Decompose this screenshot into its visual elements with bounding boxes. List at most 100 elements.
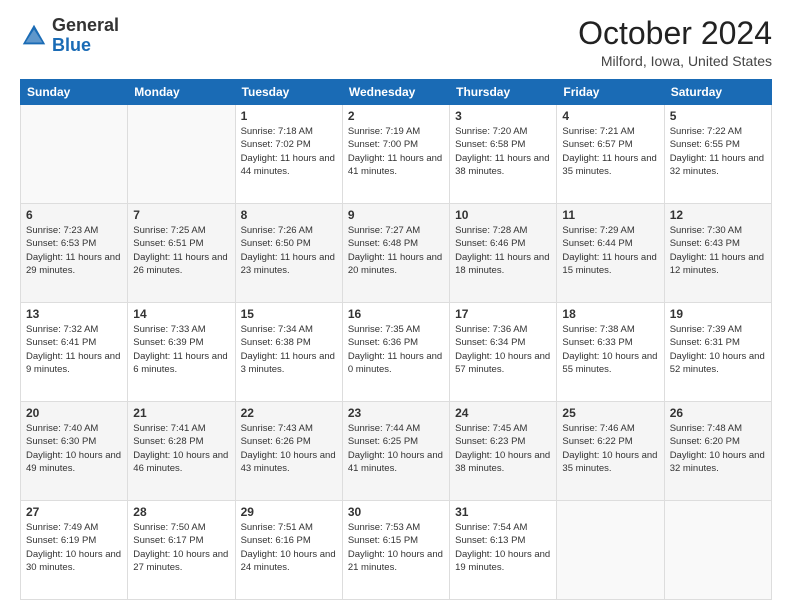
day-number: 29 <box>241 505 337 519</box>
day-info: Sunrise: 7:35 AM Sunset: 6:36 PM Dayligh… <box>348 323 444 376</box>
title-block: October 2024 Milford, Iowa, United State… <box>578 16 772 69</box>
day-info: Sunrise: 7:39 AM Sunset: 6:31 PM Dayligh… <box>670 323 766 376</box>
calendar-cell: 28 Sunrise: 7:50 AM Sunset: 6:17 PM Dayli… <box>128 501 235 600</box>
day-number: 18 <box>562 307 658 321</box>
day-number: 11 <box>562 208 658 222</box>
day-number: 7 <box>133 208 229 222</box>
logo-icon <box>20 22 48 50</box>
calendar-cell: 30Sunrise: 7:53 AM Sunset: 6:15 PM Dayli… <box>342 501 449 600</box>
day-info: Sunrise: 7:45 AM Sunset: 6:23 PM Dayligh… <box>455 422 551 475</box>
day-info: Sunrise: 7:32 AM Sunset: 6:41 PM Dayligh… <box>26 323 122 376</box>
day-info: Sunrise: 7:40 AM Sunset: 6:30 PM Dayligh… <box>26 422 122 475</box>
day-info: Sunrise: 7:27 AM Sunset: 6:48 PM Dayligh… <box>348 224 444 277</box>
calendar-cell: 29Sunrise: 7:51 AM Sunset: 6:16 PM Dayli… <box>235 501 342 600</box>
page: General Blue October 2024 Milford, Iowa,… <box>0 0 792 612</box>
day-number: 21 <box>133 406 229 420</box>
day-number: 9 <box>348 208 444 222</box>
day-number: 20 <box>26 406 122 420</box>
day-info: Sunrise: 7:29 AM Sunset: 6:44 PM Dayligh… <box>562 224 658 277</box>
day-number: 24 <box>455 406 551 420</box>
day-number: 14 <box>133 307 229 321</box>
calendar-cell <box>557 501 664 600</box>
calendar-cell <box>21 105 128 204</box>
calendar-cell: 23 Sunrise: 7:44 AM Sunset: 6:25 PM Dayli… <box>342 402 449 501</box>
calendar-cell: 21 Sunrise: 7:41 AM Sunset: 6:28 PM Dayli… <box>128 402 235 501</box>
day-number: 1 <box>241 109 337 123</box>
calendar-cell: 14Sunrise: 7:33 AM Sunset: 6:39 PM Dayli… <box>128 303 235 402</box>
calendar-cell: 17Sunrise: 7:36 AM Sunset: 6:34 PM Dayli… <box>450 303 557 402</box>
month-title: October 2024 <box>578 16 772 51</box>
calendar-cell: 3 Sunrise: 7:20 AM Sunset: 6:58 PM Daylig… <box>450 105 557 204</box>
calendar-cell: 8 Sunrise: 7:26 AM Sunset: 6:50 PM Daylig… <box>235 204 342 303</box>
calendar-cell: 31 Sunrise: 7:54 AM Sunset: 6:13 PM Dayli… <box>450 501 557 600</box>
weekday-header-wednesday: Wednesday <box>342 80 449 105</box>
day-number: 30 <box>348 505 444 519</box>
calendar-cell: 11 Sunrise: 7:29 AM Sunset: 6:44 PM Dayli… <box>557 204 664 303</box>
day-number: 6 <box>26 208 122 222</box>
calendar-cell: 26 Sunrise: 7:48 AM Sunset: 6:20 PM Dayli… <box>664 402 771 501</box>
day-info: Sunrise: 7:38 AM Sunset: 6:33 PM Dayligh… <box>562 323 658 376</box>
day-info: Sunrise: 7:25 AM Sunset: 6:51 PM Dayligh… <box>133 224 229 277</box>
day-number: 28 <box>133 505 229 519</box>
calendar-cell: 10Sunrise: 7:28 AM Sunset: 6:46 PM Dayli… <box>450 204 557 303</box>
day-info: Sunrise: 7:23 AM Sunset: 6:53 PM Dayligh… <box>26 224 122 277</box>
calendar-cell: 6 Sunrise: 7:23 AM Sunset: 6:53 PM Daylig… <box>21 204 128 303</box>
calendar-week-0: 1 Sunrise: 7:18 AM Sunset: 7:02 PM Daylig… <box>21 105 772 204</box>
day-number: 26 <box>670 406 766 420</box>
calendar-cell: 16 Sunrise: 7:35 AM Sunset: 6:36 PM Dayli… <box>342 303 449 402</box>
day-info: Sunrise: 7:36 AM Sunset: 6:34 PM Dayligh… <box>455 323 551 376</box>
day-number: 22 <box>241 406 337 420</box>
calendar-cell: 24 Sunrise: 7:45 AM Sunset: 6:23 PM Dayli… <box>450 402 557 501</box>
calendar-cell: 22 Sunrise: 7:43 AM Sunset: 6:26 PM Dayli… <box>235 402 342 501</box>
day-info: Sunrise: 7:44 AM Sunset: 6:25 PM Dayligh… <box>348 422 444 475</box>
day-info: Sunrise: 7:34 AM Sunset: 6:38 PM Dayligh… <box>241 323 337 376</box>
day-info: Sunrise: 7:48 AM Sunset: 6:20 PM Dayligh… <box>670 422 766 475</box>
calendar-cell: 25Sunrise: 7:46 AM Sunset: 6:22 PM Dayli… <box>557 402 664 501</box>
calendar-cell: 27 Sunrise: 7:49 AM Sunset: 6:19 PM Dayli… <box>21 501 128 600</box>
day-number: 5 <box>670 109 766 123</box>
day-number: 27 <box>26 505 122 519</box>
day-number: 15 <box>241 307 337 321</box>
calendar-cell: 4 Sunrise: 7:21 AM Sunset: 6:57 PM Daylig… <box>557 105 664 204</box>
calendar-cell: 13 Sunrise: 7:32 AM Sunset: 6:41 PM Dayli… <box>21 303 128 402</box>
day-info: Sunrise: 7:18 AM Sunset: 7:02 PM Dayligh… <box>241 125 337 178</box>
calendar-cell: 2 Sunrise: 7:19 AM Sunset: 7:00 PM Daylig… <box>342 105 449 204</box>
weekday-header-friday: Friday <box>557 80 664 105</box>
day-number: 13 <box>26 307 122 321</box>
day-info: Sunrise: 7:21 AM Sunset: 6:57 PM Dayligh… <box>562 125 658 178</box>
day-number: 8 <box>241 208 337 222</box>
calendar-cell <box>128 105 235 204</box>
day-number: 23 <box>348 406 444 420</box>
day-number: 2 <box>348 109 444 123</box>
day-info: Sunrise: 7:43 AM Sunset: 6:26 PM Dayligh… <box>241 422 337 475</box>
calendar-week-2: 13 Sunrise: 7:32 AM Sunset: 6:41 PM Dayli… <box>21 303 772 402</box>
logo-text: General Blue <box>52 16 119 56</box>
day-number: 10 <box>455 208 551 222</box>
day-number: 16 <box>348 307 444 321</box>
calendar-cell <box>664 501 771 600</box>
day-info: Sunrise: 7:19 AM Sunset: 7:00 PM Dayligh… <box>348 125 444 178</box>
day-number: 19 <box>670 307 766 321</box>
day-info: Sunrise: 7:49 AM Sunset: 6:19 PM Dayligh… <box>26 521 122 574</box>
calendar-cell: 18 Sunrise: 7:38 AM Sunset: 6:33 PM Dayli… <box>557 303 664 402</box>
calendar-week-3: 20 Sunrise: 7:40 AM Sunset: 6:30 PM Dayli… <box>21 402 772 501</box>
day-info: Sunrise: 7:26 AM Sunset: 6:50 PM Dayligh… <box>241 224 337 277</box>
day-info: Sunrise: 7:20 AM Sunset: 6:58 PM Dayligh… <box>455 125 551 178</box>
day-info: Sunrise: 7:41 AM Sunset: 6:28 PM Dayligh… <box>133 422 229 475</box>
day-info: Sunrise: 7:54 AM Sunset: 6:13 PM Dayligh… <box>455 521 551 574</box>
weekday-header-saturday: Saturday <box>664 80 771 105</box>
day-info: Sunrise: 7:30 AM Sunset: 6:43 PM Dayligh… <box>670 224 766 277</box>
calendar-cell: 7 Sunrise: 7:25 AM Sunset: 6:51 PM Daylig… <box>128 204 235 303</box>
calendar-cell: 12 Sunrise: 7:30 AM Sunset: 6:43 PM Dayli… <box>664 204 771 303</box>
day-number: 31 <box>455 505 551 519</box>
day-info: Sunrise: 7:50 AM Sunset: 6:17 PM Dayligh… <box>133 521 229 574</box>
day-number: 12 <box>670 208 766 222</box>
weekday-header-monday: Monday <box>128 80 235 105</box>
day-number: 25 <box>562 406 658 420</box>
location: Milford, Iowa, United States <box>578 53 772 69</box>
day-number: 4 <box>562 109 658 123</box>
calendar-cell: 5 Sunrise: 7:22 AM Sunset: 6:55 PM Daylig… <box>664 105 771 204</box>
day-info: Sunrise: 7:22 AM Sunset: 6:55 PM Dayligh… <box>670 125 766 178</box>
calendar-cell: 1 Sunrise: 7:18 AM Sunset: 7:02 PM Daylig… <box>235 105 342 204</box>
day-number: 3 <box>455 109 551 123</box>
